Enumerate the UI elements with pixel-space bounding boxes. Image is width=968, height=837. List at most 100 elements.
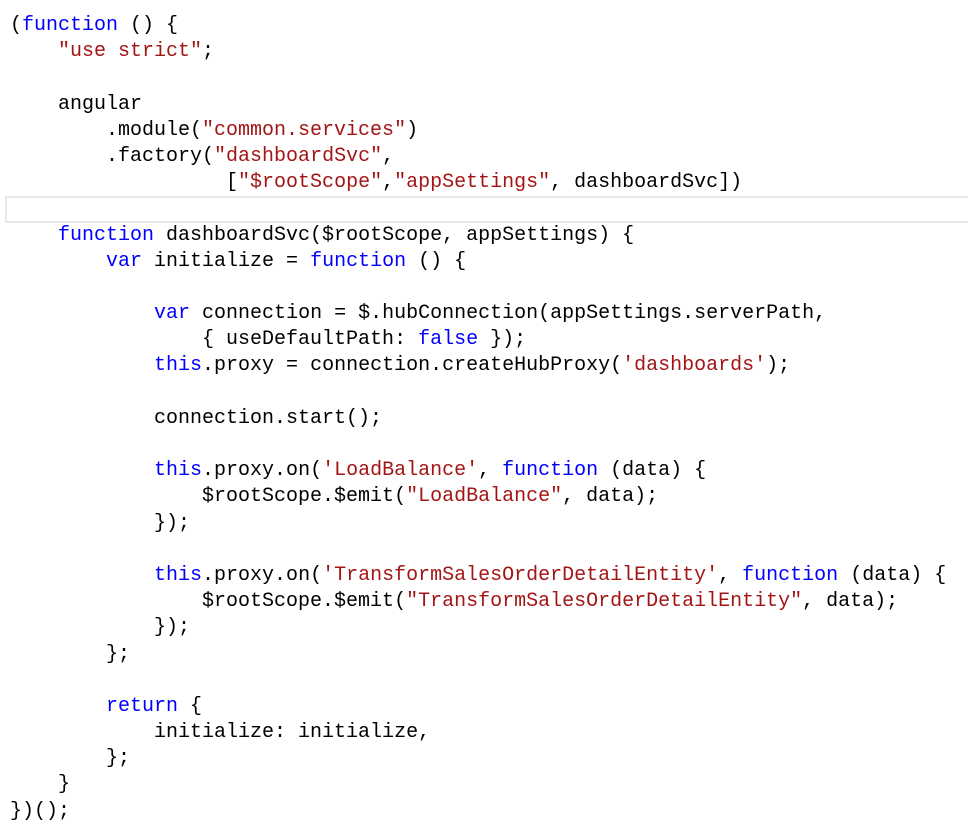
code-line[interactable]: }); xyxy=(10,511,968,537)
code-line[interactable]: connection.start(); xyxy=(10,406,968,432)
code-token: .proxy.on( xyxy=(202,563,323,587)
code-line[interactable]: return { xyxy=(10,694,968,720)
code-token: ; xyxy=(202,40,215,64)
string-token: "TransformSalesOrderDetailEntity" xyxy=(406,590,803,614)
code-line[interactable]: "use strict"; xyxy=(10,39,968,65)
code-token: connection.start(); xyxy=(10,406,383,430)
code-token: initialize: initialize, xyxy=(10,721,431,745)
code-line[interactable]: this.proxy = connection.createHubProxy('… xyxy=(10,353,968,379)
keyword-token: var xyxy=(154,302,191,326)
code-token: (data) { xyxy=(598,459,707,483)
code-line[interactable]: this.proxy.on('LoadBalance', function (d… xyxy=(10,458,968,484)
code-line[interactable] xyxy=(10,65,968,91)
code-token: ) xyxy=(406,118,419,142)
code-token: }; xyxy=(10,747,131,771)
keyword-token: this xyxy=(154,563,203,587)
code-token: { useDefaultPath: xyxy=(10,328,419,352)
code-line[interactable]: var connection = $.hubConnection(appSett… xyxy=(10,301,968,327)
code-line[interactable]: initialize: initialize, xyxy=(10,720,968,746)
string-token: "common.services" xyxy=(202,118,407,142)
string-token: "use strict" xyxy=(58,40,203,64)
code-token: initialize = xyxy=(142,249,311,273)
code-token: } xyxy=(10,773,71,797)
code-token: , data); xyxy=(562,485,659,509)
code-token: , xyxy=(382,171,395,195)
code-editor[interactable]: (function () { "use strict"; angular .mo… xyxy=(5,13,968,825)
string-token: "dashboardSvc" xyxy=(214,144,383,168)
keyword-token: return xyxy=(106,694,179,718)
code-token: .factory( xyxy=(10,144,215,168)
code-line[interactable]: } xyxy=(10,772,968,798)
code-token: (data) { xyxy=(838,563,947,587)
code-line[interactable]: .factory("dashboardSvc", xyxy=(10,144,968,170)
code-line[interactable]: }; xyxy=(10,746,968,772)
code-token: connection = $.hubConnection(appSettings… xyxy=(190,302,827,326)
code-line[interactable]: }); xyxy=(10,615,968,641)
code-token: , data); xyxy=(802,590,899,614)
code-line[interactable]: })(); xyxy=(10,799,968,825)
code-token: .proxy.on( xyxy=(202,459,323,483)
code-token: .proxy = connection.createHubProxy( xyxy=(202,354,623,378)
keyword-token: var xyxy=(106,249,143,273)
code-line[interactable]: function dashboardSvc($rootScope, appSet… xyxy=(10,223,968,249)
string-token: "$rootScope" xyxy=(238,171,383,195)
current-code-line[interactable] xyxy=(5,196,968,223)
code-token: , xyxy=(478,459,503,483)
keyword-token: function xyxy=(742,563,839,587)
string-token: "appSettings" xyxy=(394,171,551,195)
code-token: }); xyxy=(478,328,527,352)
code-line[interactable]: .module("common.services") xyxy=(10,118,968,144)
code-line[interactable]: $rootScope.$emit("TransformSalesOrderDet… xyxy=(10,589,968,615)
keyword-token: false xyxy=(418,328,479,352)
code-token: angular xyxy=(10,92,143,116)
code-token: [ xyxy=(10,171,239,195)
code-line[interactable] xyxy=(10,537,968,563)
code-line[interactable]: { useDefaultPath: false }); xyxy=(10,327,968,353)
code-line[interactable]: $rootScope.$emit("LoadBalance", data); xyxy=(10,484,968,510)
keyword-token: function xyxy=(22,14,119,37)
code-token: , xyxy=(382,144,395,168)
code-token: ( xyxy=(10,14,23,37)
code-token: ); xyxy=(766,354,791,378)
keyword-token: function xyxy=(58,223,155,247)
keyword-token: this xyxy=(154,354,203,378)
code-line[interactable] xyxy=(10,432,968,458)
code-token: () { xyxy=(406,249,467,273)
string-token: 'TransformSalesOrderDetailEntity' xyxy=(322,563,719,587)
code-line[interactable]: (function () { xyxy=(10,13,968,39)
code-token: })(); xyxy=(10,799,71,823)
code-token: dashboardSvc($rootScope, appSettings) { xyxy=(154,223,635,247)
code-line[interactable] xyxy=(10,380,968,406)
code-token: , xyxy=(718,563,743,587)
code-line[interactable] xyxy=(10,275,968,301)
code-token: }; xyxy=(10,642,131,666)
code-token: $rootScope.$emit( xyxy=(10,485,407,509)
code-line[interactable]: }; xyxy=(10,642,968,668)
code-line[interactable] xyxy=(10,668,968,694)
code-token: () { xyxy=(118,14,179,37)
code-line[interactable]: angular xyxy=(10,92,968,118)
code-token: .module( xyxy=(10,118,203,142)
code-line[interactable]: ["$rootScope","appSettings", dashboardSv… xyxy=(10,170,968,196)
keyword-token: function xyxy=(502,459,599,483)
code-token: }); xyxy=(10,511,191,535)
code-token: }); xyxy=(10,616,191,640)
keyword-token: function xyxy=(310,249,407,273)
code-token: , dashboardSvc]) xyxy=(550,171,743,195)
code-line[interactable]: var initialize = function () { xyxy=(10,249,968,275)
code-token: { xyxy=(178,694,203,718)
string-token: 'LoadBalance' xyxy=(322,459,479,483)
code-line[interactable]: this.proxy.on('TransformSalesOrderDetail… xyxy=(10,563,968,589)
string-token: "LoadBalance" xyxy=(406,485,563,509)
keyword-token: this xyxy=(154,459,203,483)
code-token: $rootScope.$emit( xyxy=(10,590,407,614)
string-token: 'dashboards' xyxy=(622,354,767,378)
